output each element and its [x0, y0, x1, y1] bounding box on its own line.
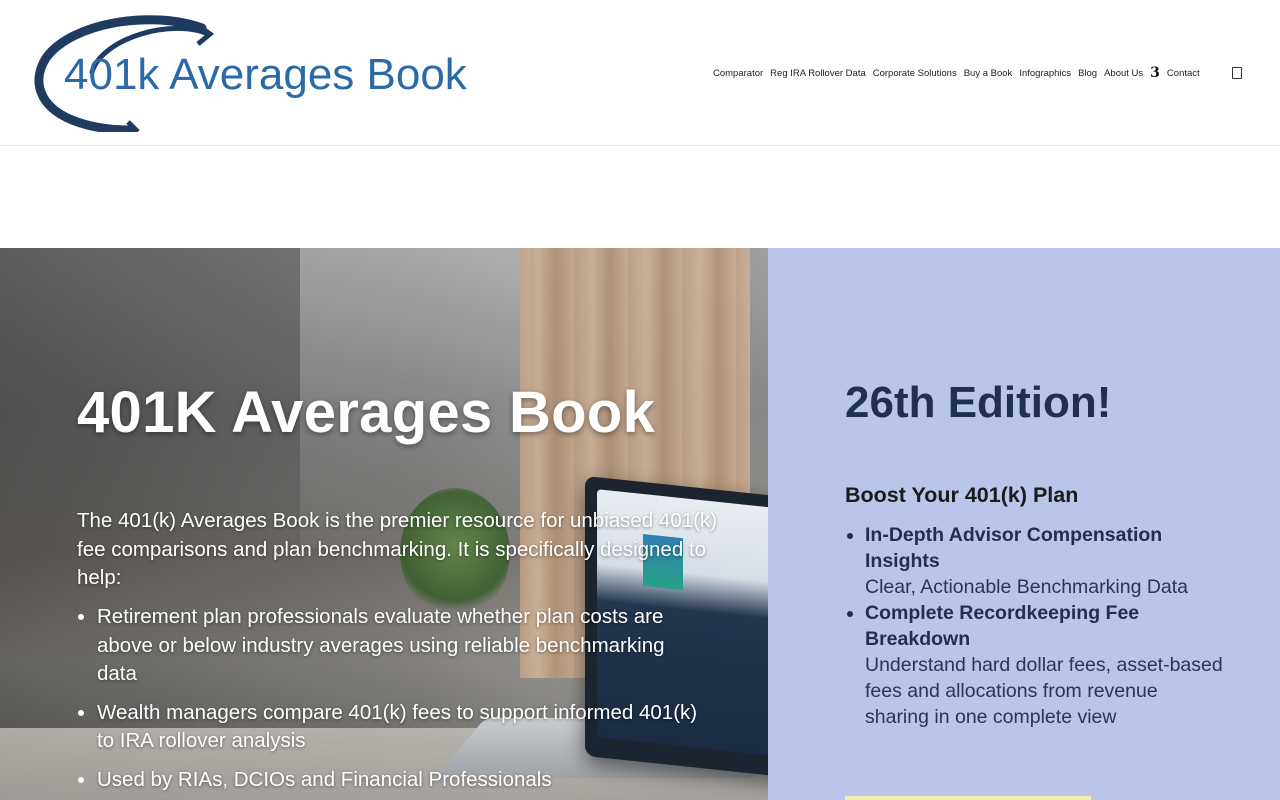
feature-title: Complete Recordkeeping Fee Breakdown [865, 602, 1140, 650]
list-item: Retirement plan professionals evaluate w… [97, 603, 707, 689]
cart-icon[interactable]: 3 [1150, 65, 1160, 81]
site-logo[interactable]: 401k Averages Book [32, 14, 512, 140]
nav-blog[interactable]: Blog [1078, 68, 1097, 79]
logo-text: 401k Averages Book [64, 50, 468, 99]
nav-contact[interactable]: Contact [1167, 68, 1200, 79]
boost-heading: Boost Your 401(k) Plan [845, 483, 1079, 507]
search-icon[interactable] [1232, 67, 1242, 79]
hero-intro: The 401(k) Averages Book is the premier … [77, 509, 718, 589]
edition-heading: 26th Edition! [845, 378, 1112, 427]
edition-panel: 26th Edition! Boost Your 401(k) Plan In-… [768, 248, 1280, 800]
nav-buy-a-book[interactable]: Buy a Book [964, 68, 1013, 79]
hero-bullet-list: Retirement plan professionals evaluate w… [97, 603, 707, 800]
nav-about-us[interactable]: About Us [1104, 68, 1143, 79]
list-item: Complete Recordkeeping Fee Breakdown Und… [865, 600, 1225, 730]
nav-reg-ira-rollover-data[interactable]: Reg IRA Rollover Data [770, 68, 866, 79]
feature-desc: Clear, Actionable Benchmarking Data [865, 576, 1189, 598]
hero-title: 401K Averages Book [77, 380, 656, 445]
nav-comparator[interactable]: Comparator [713, 68, 763, 79]
logo-graphic: 401k Averages Book [34, 15, 468, 140]
nav-infographics[interactable]: Infographics [1019, 68, 1071, 79]
list-item: In-Depth Advisor Compensation Insights C… [865, 522, 1225, 600]
feature-list: In-Depth Advisor Compensation Insights C… [865, 522, 1225, 730]
main-nav: Comparator Reg IRA Rollover Data Corpora… [713, 62, 1207, 84]
site-header: 401k Averages Book Comparator Reg IRA Ro… [0, 0, 1280, 146]
hero-section: 401K Averages Book The 401(k) Averages B… [0, 248, 768, 800]
nav-corporate-solutions[interactable]: Corporate Solutions [873, 68, 957, 79]
list-item: Used by RIAs, DCIOs and Financial Profes… [97, 766, 707, 795]
feature-title: In-Depth Advisor Compensation Insights [865, 524, 1163, 572]
feature-desc: Understand hard dollar fees, asset-based… [865, 654, 1223, 728]
cta-button[interactable] [845, 796, 1091, 800]
list-item: Wealth managers compare 401(k) fees to s… [97, 699, 707, 756]
